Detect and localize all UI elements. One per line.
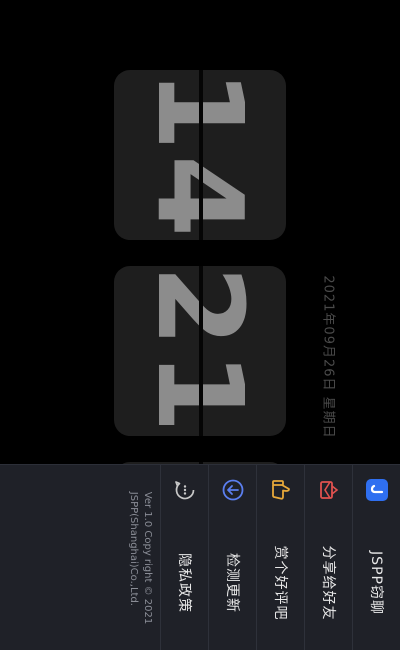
menu-item-label: 分享给好友 bbox=[319, 545, 336, 621]
menu-item-rate[interactable]: 赏个好评吧 bbox=[256, 465, 304, 650]
menu-item-app[interactable]: JSPP窃聊 bbox=[352, 465, 400, 650]
menu-item-share[interactable]: 分享给好友 bbox=[304, 465, 352, 650]
thumbs-up-icon bbox=[270, 479, 292, 501]
app-logo-icon bbox=[365, 479, 388, 501]
card-split-line bbox=[199, 70, 203, 240]
menu-item-privacy[interactable]: 隐私政策 bbox=[160, 465, 208, 650]
copyright-block: Ver 1.0 Copy right © 2021 JSPP(Shanghai)… bbox=[126, 492, 154, 624]
copyright-version: Ver 1.0 Copy right © 2021 bbox=[142, 491, 153, 625]
menu-item-label: 隐私政策 bbox=[175, 553, 192, 613]
privacy-chat-icon bbox=[174, 479, 196, 501]
card-split-line bbox=[199, 266, 203, 436]
hour-flip-card: 14 bbox=[114, 70, 286, 240]
settings-menu-panel: JSPP窃聊 分享给好友 赏个好评吧 检测更新 隐私政策 Ver 1.0 Cop… bbox=[0, 464, 400, 650]
menu-item-label: 赏个好评吧 bbox=[271, 545, 288, 621]
share-icon bbox=[318, 479, 340, 501]
minute-flip-card: 21 bbox=[114, 266, 286, 436]
copyright-company: JSPP(Shanghai)Co.,Ltd. bbox=[128, 491, 139, 606]
menu-item-label: JSPP窃聊 bbox=[367, 551, 384, 615]
menu-item-update[interactable]: 检测更新 bbox=[208, 465, 256, 650]
menu-item-label: 检测更新 bbox=[223, 553, 240, 613]
update-arrow-icon bbox=[222, 479, 244, 501]
date-label: 2021年09月26日 星期日 bbox=[320, 275, 336, 439]
